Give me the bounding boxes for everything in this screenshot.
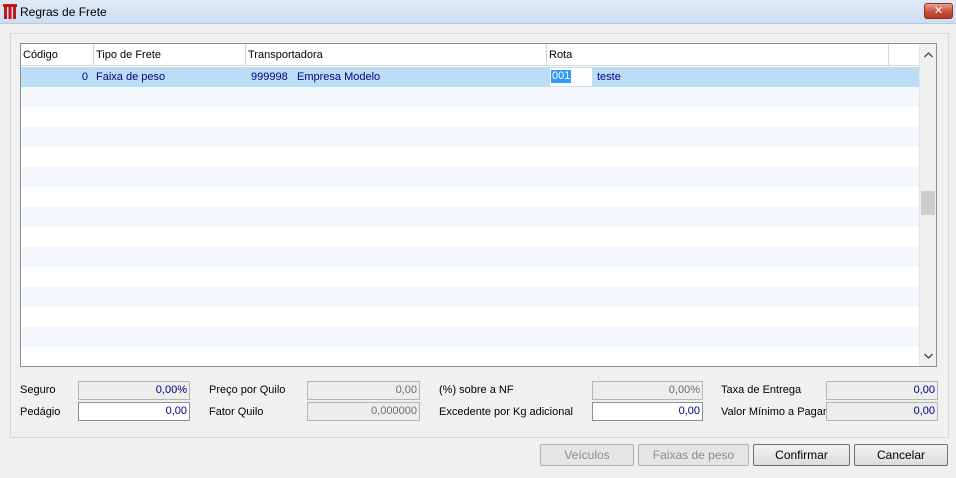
close-icon: ✕ [933,5,944,17]
taxa-entrega-label: Taxa de Entrega [721,384,802,396]
cell-codigo[interactable]: 0 [21,67,88,87]
cell-transportadora-codigo[interactable]: 999998 [251,67,288,87]
column-header-transportadora[interactable]: Transportadora [246,44,547,66]
veiculos-button[interactable]: Veículos [540,444,634,466]
rules-grid[interactable]: Código Tipo de Frete Transportadora Rota… [20,43,937,367]
valor-minimo-label: Valor Mínimo a Pagar [721,406,827,418]
close-button[interactable]: ✕ [924,3,953,19]
column-header-codigo[interactable]: Código [21,44,94,66]
cell-rota-codigo[interactable]: 001 [551,70,572,83]
pedagio-label: Pedágio [20,406,61,418]
fator-quilo-label: Fator Quilo [209,406,264,418]
cell-rota-nome[interactable]: teste [597,67,621,87]
cell-transportadora-nome[interactable]: Empresa Modelo [297,67,380,87]
chevron-up-icon[interactable] [920,46,936,63]
cancelar-button[interactable]: Cancelar [854,444,948,466]
excedente-kg-label: Excedente por Kg adicional [439,406,573,418]
seguro-field[interactable]: 0,00% [78,381,190,400]
app-logo-icon [3,4,17,19]
seguro-label: Seguro [20,384,56,396]
grid-vertical-scrollbar[interactable] [919,44,936,366]
preco-por-quilo-field[interactable]: 0,00 [307,381,420,400]
cell-rota-editor[interactable]: 001 [550,68,592,86]
preco-por-quilo-label: Preço por Quilo [209,384,286,396]
grid-body: 0 Faixa de peso 999998 Empresa Modelo 00… [21,67,919,366]
title-bar: Regras de Frete ✕ [0,0,956,24]
scrollbar-thumb[interactable] [921,191,935,215]
column-header-rota[interactable]: Rota [547,44,889,66]
confirmar-button[interactable]: Confirmar [753,444,850,466]
faixas-de-peso-button[interactable]: Faixas de peso [638,444,749,466]
chevron-down-icon[interactable] [920,347,936,364]
column-header-tipo-frete[interactable]: Tipo de Frete [94,44,246,66]
excedente-kg-field[interactable]: 0,00 [592,402,703,421]
window-title: Regras de Frete [20,5,107,19]
sobre-nf-label: (%) sobre a NF [439,384,514,396]
taxa-entrega-field[interactable]: 0,00 [826,381,938,400]
grid-header: Código Tipo de Frete Transportadora Rota [21,44,919,66]
table-row[interactable]: 0 Faixa de peso 999998 Empresa Modelo 00… [21,67,919,87]
pedagio-field[interactable]: 0,00 [78,402,190,421]
fator-quilo-field[interactable]: 0,000000 [307,402,420,421]
cell-tipo-frete[interactable]: Faixa de peso [96,67,165,87]
valor-minimo-field[interactable]: 0,00 [826,402,938,421]
sobre-nf-field[interactable]: 0,00% [592,381,703,400]
